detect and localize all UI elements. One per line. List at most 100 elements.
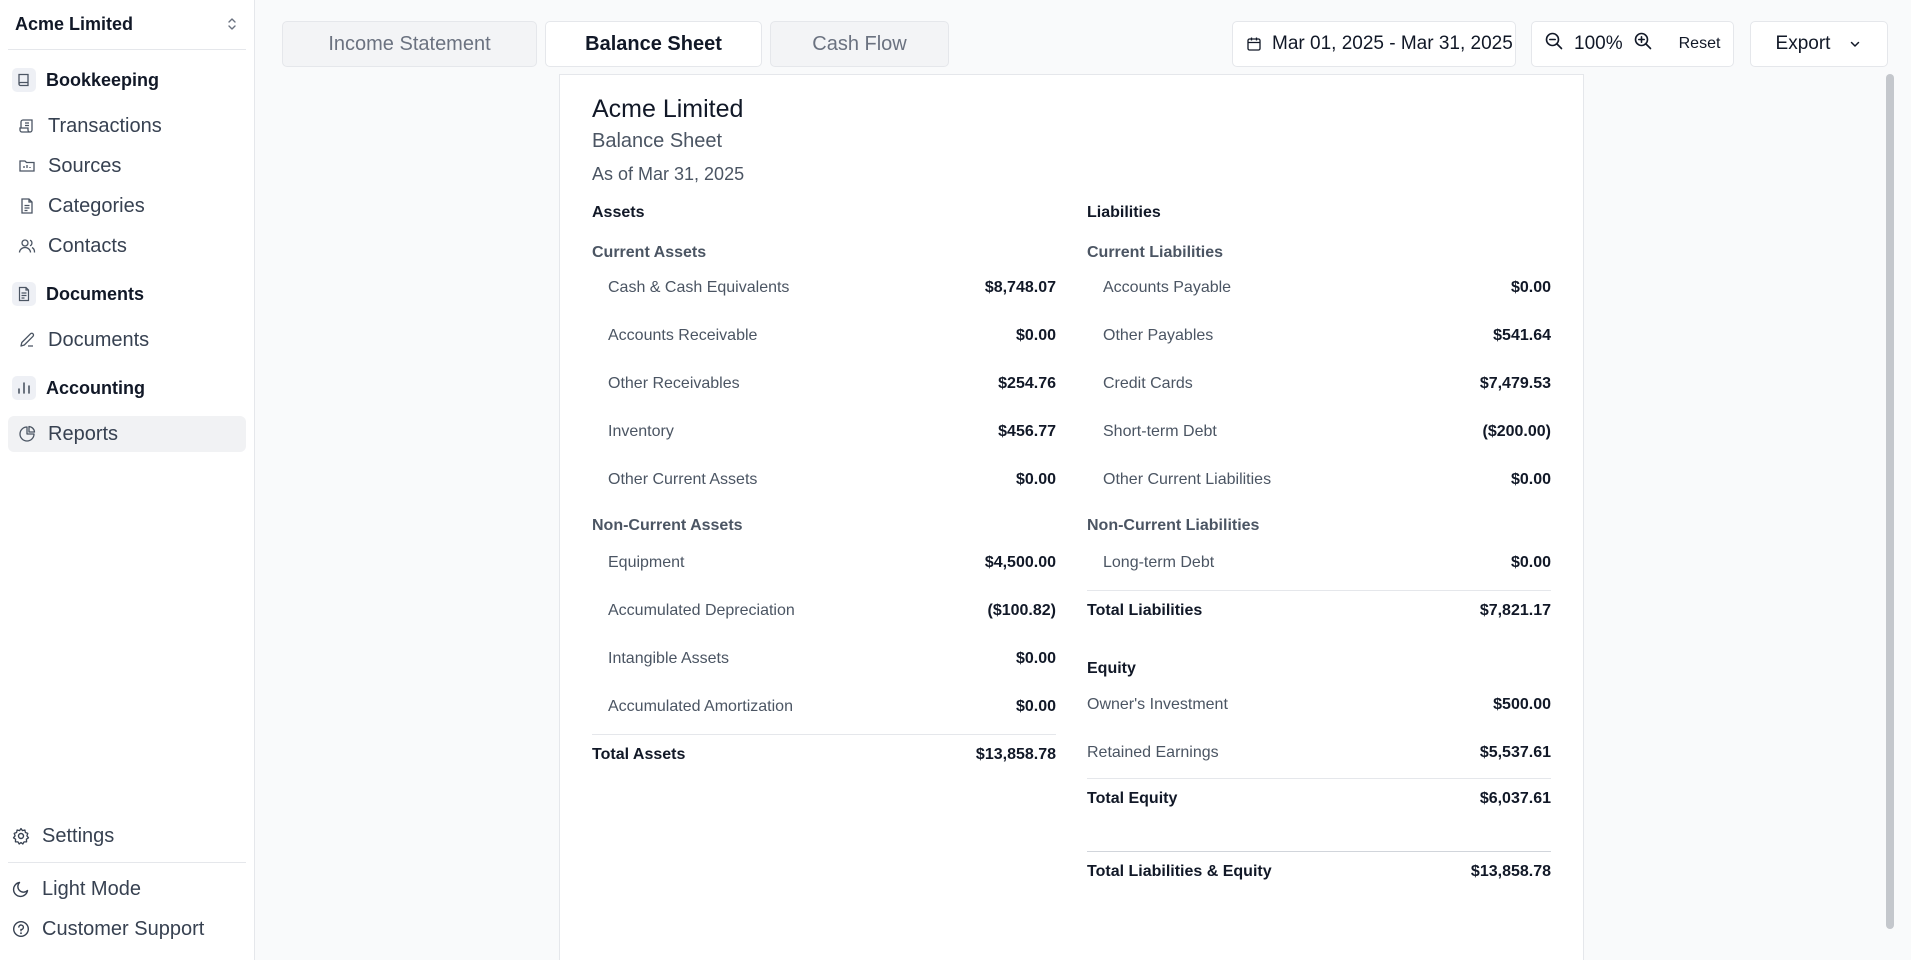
- section-label: Accounting: [46, 377, 145, 398]
- total-label: Total Liabilities & Equity: [1087, 862, 1272, 880]
- date-range-value: Mar 01, 2025 - Mar 31, 2025: [1272, 33, 1513, 54]
- table-row: Other Payables $541.64: [1087, 312, 1551, 360]
- file-text-icon: [12, 282, 36, 306]
- customer-support-link[interactable]: Customer Support: [8, 911, 246, 947]
- row-label: Retained Earnings: [1087, 744, 1219, 761]
- row-label: Cash & Cash Equivalents: [608, 279, 790, 296]
- total-assets-row: Total Assets $13,858.78: [592, 734, 1056, 774]
- date-range-picker[interactable]: Mar 01, 2025 - Mar 31, 2025: [1232, 21, 1516, 67]
- organization-switcher[interactable]: Acme Limited: [8, 6, 246, 42]
- sidebar-item-label: Reports: [48, 422, 119, 445]
- sidebar-item-transactions[interactable]: Transactions: [8, 108, 246, 144]
- total-value: $13,858.78: [1470, 862, 1551, 880]
- table-row: Accumulated Amortization $0.00: [592, 683, 1056, 731]
- noncurrent-assets-list: Equipment $4,500.00 Accumulated Depreciat…: [592, 539, 1056, 731]
- assets-heading: Assets: [592, 204, 645, 221]
- tab-balance-sheet[interactable]: Balance Sheet: [545, 21, 762, 67]
- table-row: Other Current Liabilities $0.00: [1087, 456, 1551, 504]
- liabilities-heading: Liabilities: [1087, 204, 1161, 221]
- table-row: Equipment $4,500.00: [592, 539, 1056, 587]
- zoom-in-icon: [1634, 32, 1651, 50]
- section-documents[interactable]: Documents: [8, 277, 246, 311]
- row-label: Intangible Assets: [608, 650, 729, 667]
- total-value: $13,858.78: [975, 745, 1056, 763]
- sidebar-item-label: Contacts: [48, 234, 127, 257]
- row-value: $0.00: [1015, 327, 1056, 344]
- sidebar-item-contacts[interactable]: Contacts: [8, 228, 246, 264]
- total-label: Total Equity: [1087, 789, 1178, 807]
- row-label: Accumulated Amortization: [608, 698, 793, 715]
- scroll-icon: [19, 119, 33, 133]
- sidebar-item-reports[interactable]: Reports: [8, 416, 246, 452]
- row-value: $8,748.07: [984, 279, 1056, 296]
- table-row: Retained Earnings $5,537.61: [1087, 729, 1551, 777]
- row-label: Other Current Assets: [608, 471, 758, 488]
- folder-icon: [19, 160, 35, 172]
- scrollbar[interactable]: [1886, 74, 1894, 929]
- row-label: Other Payables: [1103, 327, 1214, 344]
- current-assets-heading: Current Assets: [592, 244, 707, 261]
- export-label: Export: [1775, 33, 1831, 54]
- sidebar-item-label: Transactions: [48, 114, 162, 137]
- row-label: Other Current Liabilities: [1103, 471, 1272, 488]
- sidebar-item-sources[interactable]: Sources: [8, 148, 246, 184]
- section-bookkeeping[interactable]: Bookkeeping: [8, 63, 246, 97]
- book-icon: [12, 68, 36, 92]
- row-value: $0.00: [1510, 279, 1551, 296]
- total-label: Total Liabilities: [1087, 601, 1203, 619]
- bar-chart-icon: [12, 376, 36, 400]
- zoom-in-button[interactable]: [1633, 31, 1653, 57]
- table-row: Inventory $456.77: [592, 408, 1056, 456]
- sidebar-item-categories[interactable]: Categories: [8, 188, 246, 224]
- zoom-reset-button[interactable]: Reset: [1679, 35, 1721, 53]
- table-row: Owner's Investment $500.00: [1087, 681, 1551, 729]
- row-value: $254.76: [998, 375, 1056, 392]
- table-row: Short-term Debt ($200.00): [1087, 408, 1551, 456]
- chevron-down-icon: [1851, 41, 1860, 47]
- total-liabilities-row: Total Liabilities $7,821.17: [1087, 590, 1551, 630]
- settings-label: Settings: [42, 824, 115, 847]
- row-label: Owner's Investment: [1087, 696, 1228, 713]
- sidebar-item-label: Sources: [48, 154, 122, 177]
- theme-label: Light Mode: [42, 877, 141, 900]
- row-value: $0.00: [1015, 471, 1056, 488]
- zoom-out-button[interactable]: [1544, 31, 1564, 57]
- total-label: Total Assets: [592, 745, 686, 763]
- equity-list: Owner's Investment $500.00 Retained Earni…: [1087, 681, 1551, 777]
- current-liabilities-list: Accounts Payable $0.00 Other Payables $541…: [1087, 264, 1551, 504]
- support-label: Customer Support: [42, 917, 205, 940]
- users-icon: [18, 239, 36, 253]
- row-value: $500.00: [1493, 696, 1551, 713]
- moon-icon: [12, 881, 29, 898]
- theme-toggle[interactable]: Light Mode: [8, 871, 246, 907]
- table-row: Accounts Receivable $0.00: [592, 312, 1056, 360]
- tab-income-statement[interactable]: Income Statement: [282, 21, 537, 67]
- row-value: $0.00: [1510, 471, 1551, 488]
- tab-cash-flow[interactable]: Cash Flow: [770, 21, 949, 67]
- row-value: $7,479.53: [1479, 375, 1551, 392]
- organization-name: Acme Limited: [15, 13, 134, 34]
- file-icon: [21, 198, 33, 214]
- export-button[interactable]: Export: [1750, 21, 1888, 67]
- table-row: Other Receivables $254.76: [592, 360, 1056, 408]
- divider: [8, 49, 246, 50]
- noncurrent-liabilities-heading: Non-Current Liabilities: [1087, 517, 1260, 534]
- table-row: Intangible Assets $0.00: [592, 635, 1056, 683]
- section-accounting[interactable]: Accounting: [8, 371, 246, 405]
- table-row: Other Current Assets $0.00: [592, 456, 1056, 504]
- row-value: $5,537.61: [1479, 744, 1551, 761]
- pie-chart-icon: [19, 425, 36, 442]
- noncurrent-liabilities-list: Long-term Debt $0.00: [1087, 539, 1551, 587]
- calendar-icon: [1247, 37, 1261, 51]
- table-row: Accumulated Depreciation ($100.82): [592, 587, 1056, 635]
- divider: [8, 862, 246, 863]
- table-row: Long-term Debt $0.00: [1087, 539, 1551, 587]
- zoom-out-icon: [1545, 32, 1563, 50]
- row-label: Accumulated Depreciation: [608, 602, 795, 619]
- sidebar-item-documents[interactable]: Documents: [8, 322, 246, 358]
- section-label: Bookkeeping: [46, 69, 160, 90]
- row-label: Accounts Receivable: [608, 327, 758, 344]
- sidebar-item-settings[interactable]: Settings: [8, 818, 246, 854]
- row-value: $4,500.00: [984, 554, 1056, 571]
- total-value: $7,821.17: [1479, 601, 1551, 619]
